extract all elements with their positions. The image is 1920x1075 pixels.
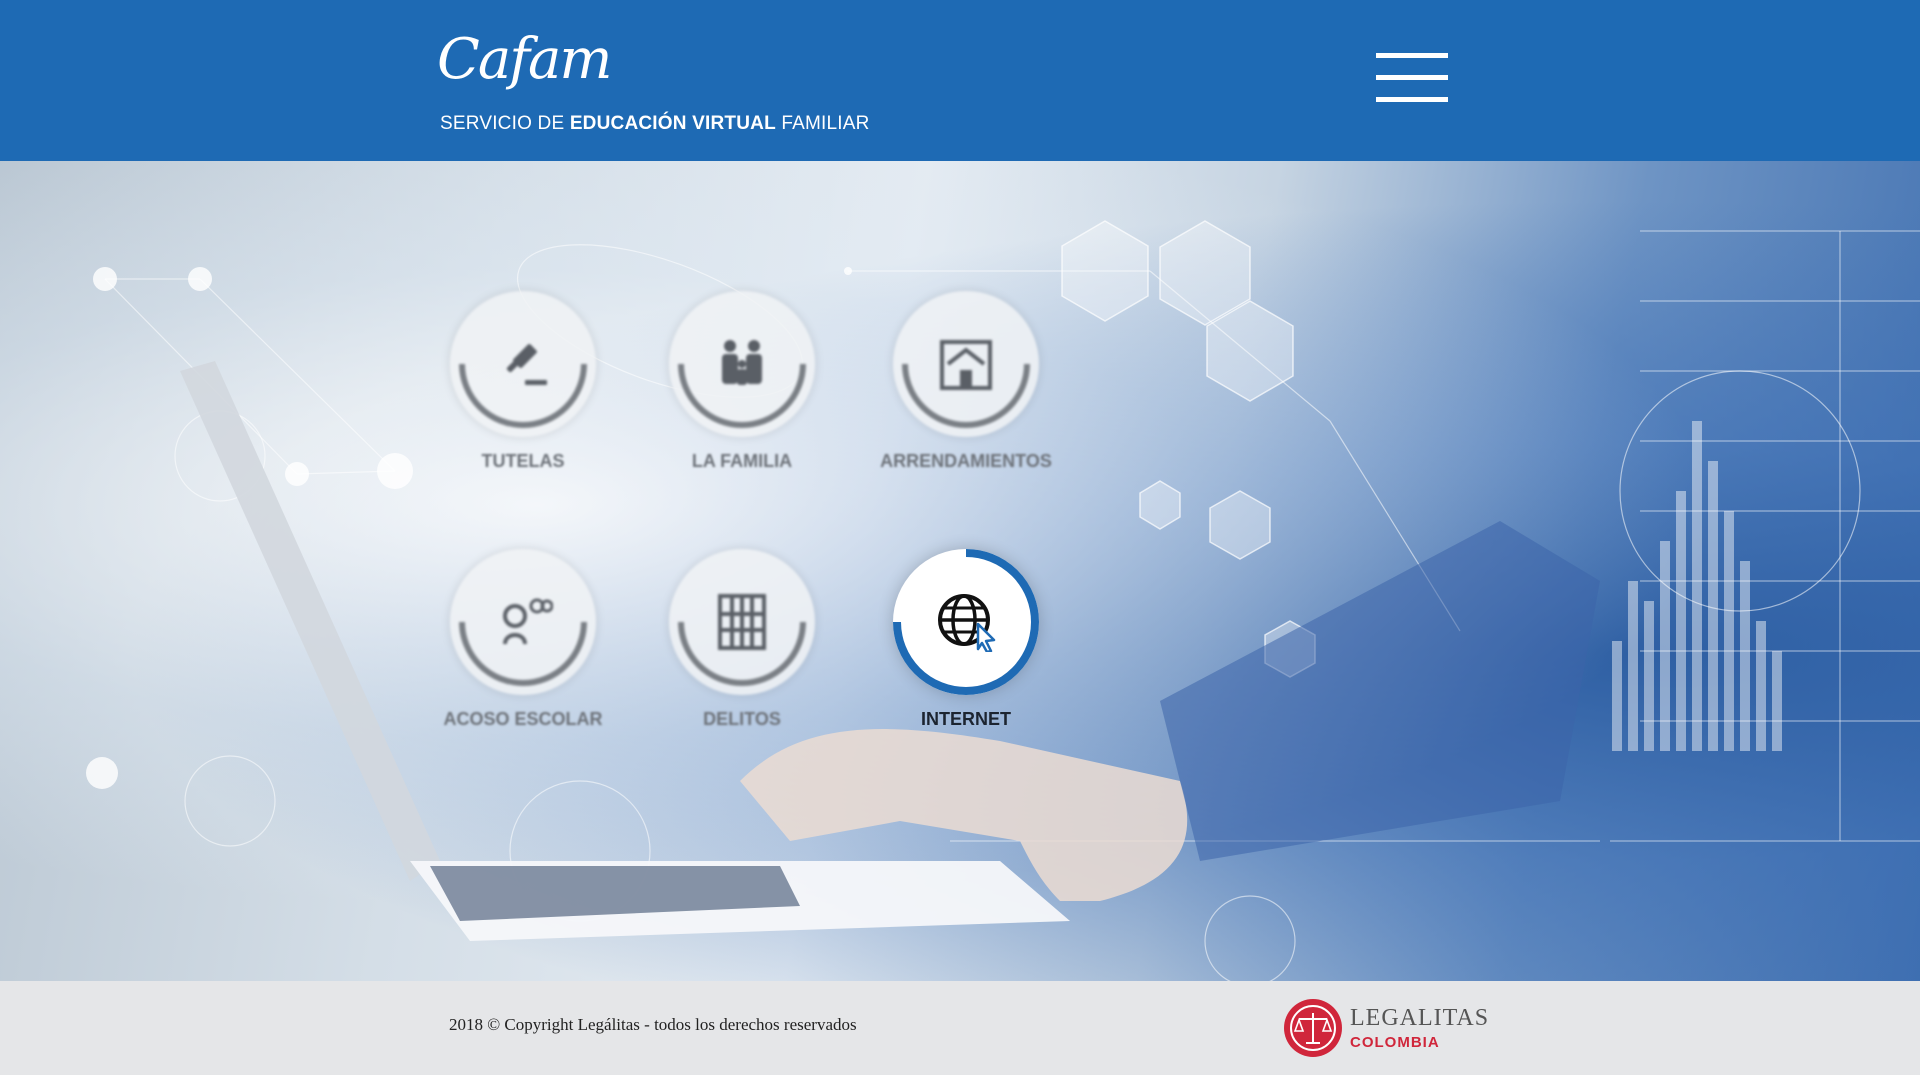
site-tagline: SERVICIO DE EDUCACIÓN VIRTUAL FAMILIAR bbox=[440, 113, 870, 135]
category-label: ACOSO ESCOLAR bbox=[443, 709, 603, 729]
category-label: ARRENDAMIENTOS bbox=[880, 451, 1052, 471]
legalitas-logo[interactable]: LEGALITAS COLOMBIA bbox=[1284, 999, 1488, 1059]
tagline-pre: SERVICIO DE bbox=[440, 113, 570, 134]
category-tutelas[interactable]: TUTELAS bbox=[413, 291, 633, 472]
category-acoso-escolar[interactable]: ACOSO ESCOLAR bbox=[413, 549, 633, 730]
site-header: Cafam SERVICIO DE EDUCACIÓN VIRTUAL FAMI… bbox=[0, 0, 1920, 161]
hero-banner: TUTELAS LA FAMILIA ARRENDAMIENTOS ACOSO … bbox=[0, 161, 1920, 981]
category-circle bbox=[893, 291, 1039, 437]
cafam-logo[interactable]: Cafam bbox=[437, 24, 617, 104]
jail-bars-icon bbox=[718, 594, 766, 650]
copyright-text: 2018 © Copyright Legálitas - todos los d… bbox=[449, 1015, 857, 1034]
brand-name: LEGALITAS bbox=[1350, 1005, 1490, 1031]
category-label: DELITOS bbox=[703, 709, 781, 729]
category-delitos[interactable]: DELITOS bbox=[632, 549, 852, 730]
category-circle bbox=[669, 291, 815, 437]
category-label: TUTELAS bbox=[481, 451, 565, 471]
category-label: LA FAMILIA bbox=[691, 451, 793, 471]
category-label: INTERNET bbox=[921, 709, 1011, 729]
logo-text: Cafam bbox=[437, 27, 612, 92]
hamburger-menu-icon[interactable] bbox=[1376, 53, 1450, 105]
category-la-familia[interactable]: LA FAMILIA bbox=[632, 291, 852, 472]
site-footer: 2018 © Copyright Legálitas - todos los d… bbox=[0, 981, 1920, 1075]
category-internet[interactable]: INTERNET bbox=[856, 549, 1076, 730]
bullying-icon bbox=[503, 598, 553, 645]
house-icon bbox=[940, 340, 992, 390]
category-circle bbox=[450, 291, 596, 437]
globe-cursor-icon bbox=[938, 594, 996, 652]
gavel-icon bbox=[506, 344, 547, 385]
category-arrendamientos[interactable]: ARRENDAMIENTOS bbox=[856, 291, 1076, 472]
scales-of-justice-icon bbox=[1284, 999, 1342, 1057]
tagline-bold: EDUCACIÓN VIRTUAL bbox=[569, 113, 776, 134]
category-circle bbox=[450, 549, 596, 695]
family-icon bbox=[722, 340, 762, 385]
category-circle bbox=[669, 549, 815, 695]
category-circle bbox=[893, 549, 1039, 695]
tagline-post: FAMILIAR bbox=[775, 113, 870, 134]
brand-country: COLOMBIA bbox=[1350, 1034, 1440, 1051]
